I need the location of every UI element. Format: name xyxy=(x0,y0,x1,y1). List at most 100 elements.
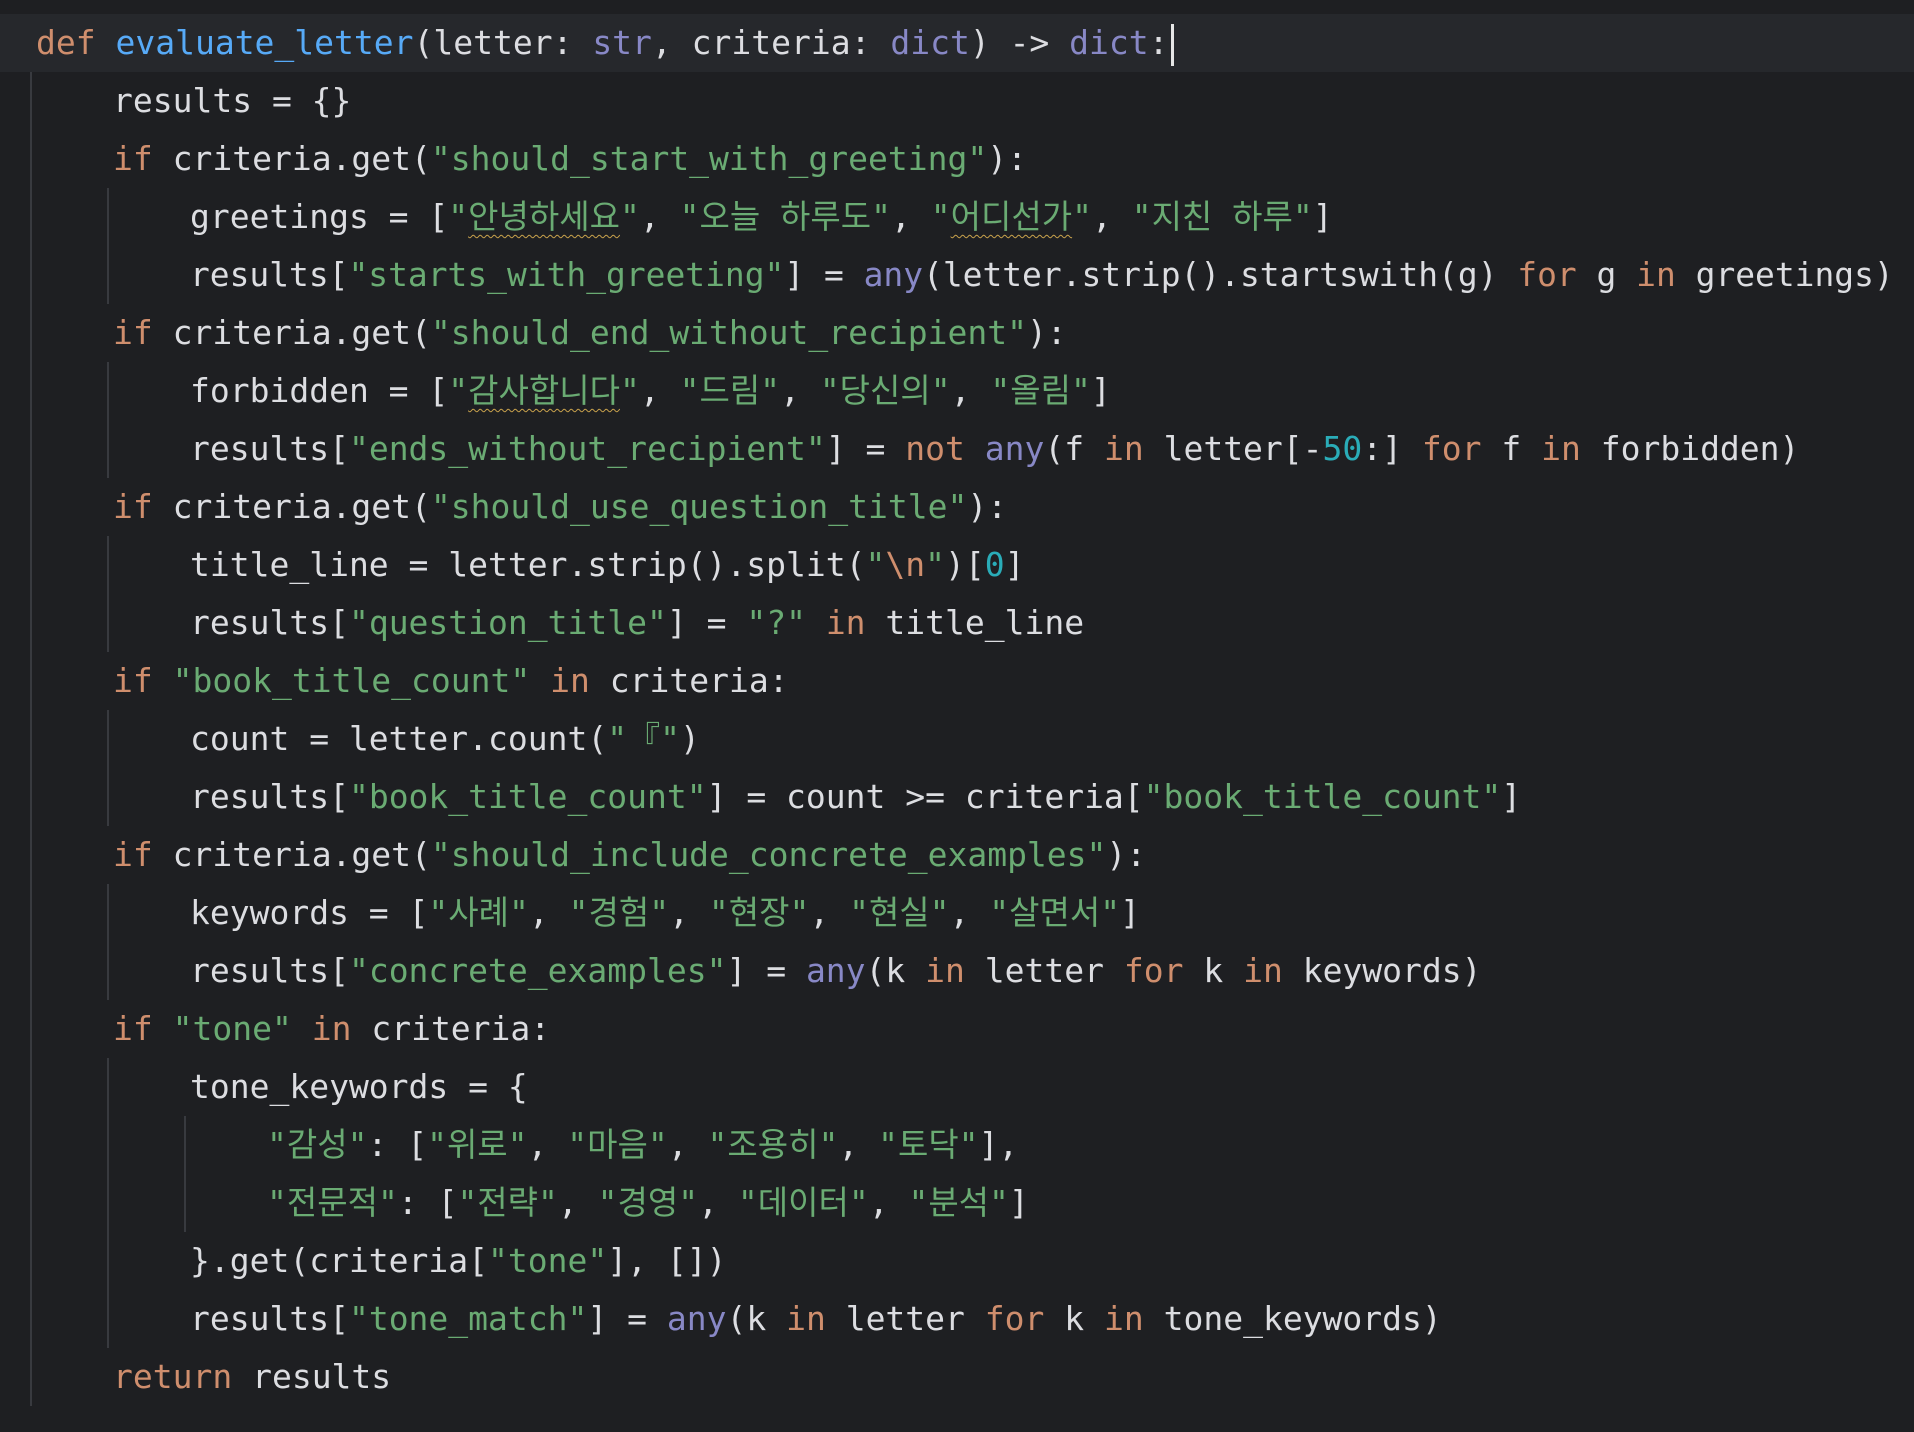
code-token: letter[- xyxy=(1143,429,1323,468)
string-token: " xyxy=(1072,197,1092,236)
code-line-text: if criteria.get("should_use_question_tit… xyxy=(113,478,1007,536)
string-token: "드림" xyxy=(679,371,781,410)
builtin-token: str xyxy=(592,23,652,62)
code-token: ] = xyxy=(666,603,747,642)
keyword-token: in xyxy=(786,1299,826,1338)
code-token: , criteria: xyxy=(651,23,891,62)
builtin-token: any xyxy=(984,429,1045,468)
code-token: results[ xyxy=(190,951,349,990)
keyword-token: in xyxy=(1541,429,1581,468)
string-token: " xyxy=(930,197,951,236)
code-line[interactable]: "전문적": ["전략", "경영", "데이터", "분석"] xyxy=(0,1174,1914,1232)
code-line[interactable]: if "book_title_count" in criteria: xyxy=(0,652,1914,710)
string-token: 안녕하세요 xyxy=(468,197,620,236)
code-line-text: results["book_title_count"] = count >= c… xyxy=(190,768,1521,826)
code-token: ] = xyxy=(587,1299,667,1338)
code-line[interactable]: if criteria.get("should_use_question_tit… xyxy=(0,478,1914,536)
code-line[interactable]: count = letter.count("『") xyxy=(0,710,1914,768)
keyword-token: if xyxy=(113,139,153,178)
string-token: "오늘 하루도" xyxy=(679,197,891,236)
code-token: , xyxy=(557,1183,598,1222)
code-line-text: def evaluate_letter(letter: str, criteri… xyxy=(36,14,1174,72)
code-token: (k xyxy=(726,1299,787,1338)
code-token: , xyxy=(528,893,569,932)
string-token: "지친 하루" xyxy=(1131,197,1313,236)
code-line[interactable]: title_line = letter.strip().split("\n")[… xyxy=(0,536,1914,594)
string-token: "분석" xyxy=(908,1183,1009,1222)
code-token: , xyxy=(698,1183,738,1222)
code-token: , xyxy=(1091,197,1132,236)
code-token: greetings = [ xyxy=(190,197,449,236)
string-token: "ends_without_recipient" xyxy=(348,429,826,468)
string-token: " xyxy=(925,545,946,584)
code-token: title_line = letter.strip().split( xyxy=(190,545,866,584)
string-token: " xyxy=(448,371,469,410)
code-token: letter xyxy=(964,951,1124,990)
code-line-text: forbidden = ["감사합니다", "드림", "당신의", "올림"] xyxy=(190,362,1111,420)
code-line[interactable]: forbidden = ["감사합니다", "드림", "당신의", "올림"] xyxy=(0,362,1914,420)
code-line[interactable]: if criteria.get("should_start_with_greet… xyxy=(0,130,1914,188)
code-token: ] xyxy=(1004,545,1025,584)
code-line[interactable]: results["tone_match"] = any(k in letter … xyxy=(0,1290,1914,1348)
code-token: results[ xyxy=(190,429,349,468)
code-line-text: "감성": ["위로", "마음", "조용히", "토닥"], xyxy=(267,1116,1018,1174)
code-line[interactable]: "감성": ["위로", "마음", "조용히", "토닥"], xyxy=(0,1116,1914,1174)
string-token: "데이터" xyxy=(737,1183,869,1222)
code-line[interactable]: if criteria.get("should_end_without_reci… xyxy=(0,304,1914,362)
code-token: results[ xyxy=(190,255,349,294)
code-token: ] = count >= criteria[ xyxy=(706,777,1144,816)
code-line-text: "전문적": ["전략", "경영", "데이터", "분석"] xyxy=(267,1174,1029,1232)
code-line[interactable]: keywords = ["사례", "경험", "현장", "현실", "살면서… xyxy=(0,884,1914,942)
code-token: ] xyxy=(1501,777,1522,816)
code-line[interactable]: return results xyxy=(0,1348,1914,1406)
code-line[interactable]: results["starts_with_greeting"] = any(le… xyxy=(0,246,1914,304)
keyword-token: if xyxy=(113,1009,153,1048)
code-line[interactable]: def evaluate_letter(letter: str, criteri… xyxy=(0,14,1914,72)
builtin-token: any xyxy=(805,951,866,990)
code-token: ): xyxy=(1026,313,1067,352)
string-token: "book_title_count" xyxy=(1143,777,1502,816)
code-line-text: return results xyxy=(113,1348,391,1406)
code-line-text: if criteria.get("should_start_with_greet… xyxy=(113,130,1027,188)
code-token: results[ xyxy=(190,603,349,642)
code-line[interactable]: }.get(criteria["tone"], []) xyxy=(0,1232,1914,1290)
code-token: , xyxy=(950,371,991,410)
code-token: ): xyxy=(1106,835,1147,874)
code-line-text: }.get(criteria["tone"], []) xyxy=(190,1232,726,1290)
code-token: g xyxy=(1576,255,1637,294)
code-line[interactable]: results["question_title"] = "?" in title… xyxy=(0,594,1914,652)
code-line[interactable]: greetings = ["안녕하세요", "오늘 하루도", "어디선가", … xyxy=(0,188,1914,246)
code-token: , xyxy=(527,1125,568,1164)
code-line[interactable]: results["book_title_count"] = count >= c… xyxy=(0,768,1914,826)
code-token: :] xyxy=(1362,429,1422,468)
code-line-text: tone_keywords = { xyxy=(190,1058,528,1116)
string-token: " xyxy=(448,197,469,236)
code-line[interactable]: results["ends_without_recipient"] = not … xyxy=(0,420,1914,478)
code-token: : [ xyxy=(397,1183,458,1222)
code-line-text: keywords = ["사례", "경험", "현장", "현실", "살면서… xyxy=(190,884,1140,942)
code-editor-window: { "editor": { "language": "python", "car… xyxy=(0,0,1914,1432)
code-line[interactable]: results["concrete_examples"] = any(k in … xyxy=(0,942,1914,1000)
string-token: "should_start_with_greeting" xyxy=(430,139,988,178)
string-token: "starts_with_greeting" xyxy=(348,255,785,294)
string-token: "?" xyxy=(746,603,806,642)
code-token: : [ xyxy=(367,1125,428,1164)
code-line[interactable]: if criteria.get("should_include_concrete… xyxy=(0,826,1914,884)
code-token: : xyxy=(1148,23,1169,62)
code-token: ) xyxy=(679,719,700,758)
string-token: "조용히" xyxy=(707,1125,839,1164)
code-line[interactable]: tone_keywords = { xyxy=(0,1058,1914,1116)
code-line-text: if "tone" in criteria: xyxy=(113,1000,550,1058)
code-token: count = letter.count( xyxy=(190,719,608,758)
string-token: " xyxy=(619,197,640,236)
code-token: results[ xyxy=(190,1299,349,1338)
code-editor[interactable]: def evaluate_letter(letter: str, criteri… xyxy=(0,14,1914,1432)
code-line-text: title_line = letter.strip().split("\n")[… xyxy=(190,536,1025,594)
string-token: "전문적" xyxy=(267,1183,398,1222)
code-token: (letter.strip().startswith(g) xyxy=(923,255,1518,294)
code-line[interactable]: if "tone" in criteria: xyxy=(0,1000,1914,1058)
code-token: , xyxy=(669,893,709,932)
code-line[interactable]: results = {} xyxy=(0,72,1914,130)
code-line-text: results["question_title"] = "?" in title… xyxy=(190,594,1084,652)
builtin-token: any xyxy=(863,255,924,294)
